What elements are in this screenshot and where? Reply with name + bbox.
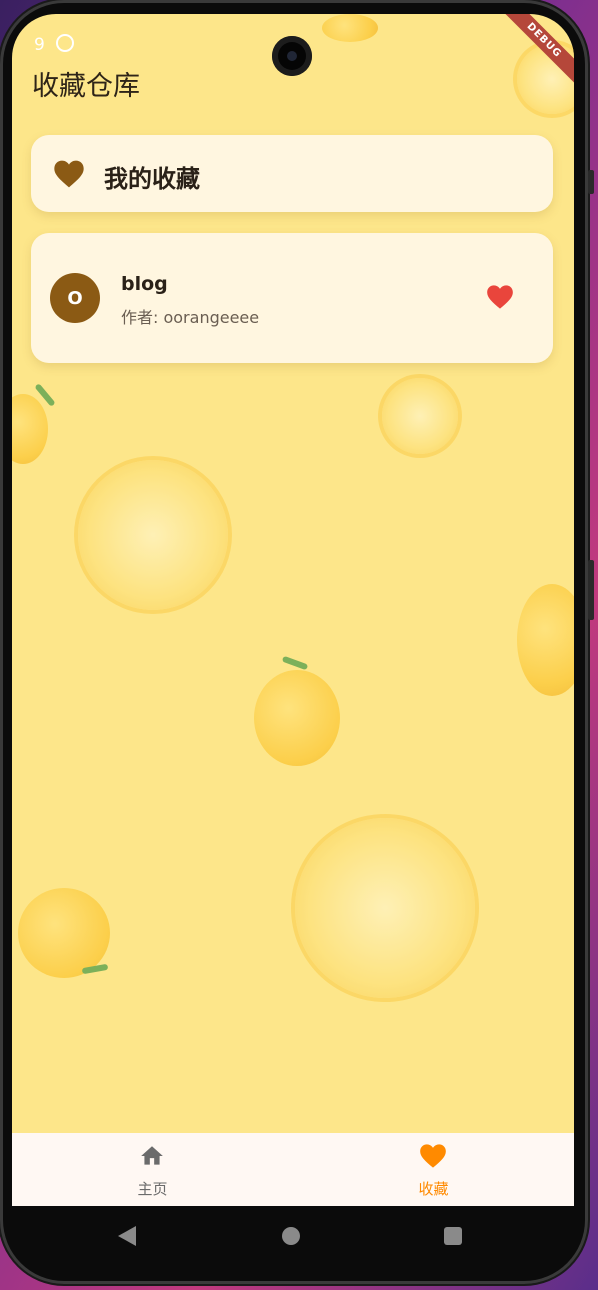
- nav-label-favorites: 收藏: [418, 1180, 449, 1198]
- nav-item-favorites[interactable]: 收藏: [293, 1133, 574, 1206]
- lemon-decoration: [517, 584, 574, 696]
- debug-banner: DEBUG: [495, 14, 574, 89]
- phone-frame: 9 DEBUG 收藏仓库 我的收藏 O blog 作者: oorangeeee: [0, 0, 594, 1284]
- page-title: 收藏仓库: [32, 71, 140, 102]
- sync-status-icon: [56, 34, 75, 52]
- status-time: 9: [34, 35, 45, 55]
- lemon-decoration: [254, 670, 340, 766]
- favorite-item-title: blog: [121, 273, 168, 295]
- app-screen: 9 DEBUG 收藏仓库 我的收藏 O blog 作者: oorangeeee: [12, 14, 574, 1206]
- favorites-header-card: 我的收藏: [31, 135, 553, 212]
- heart-filled-icon[interactable]: [486, 284, 514, 310]
- front-camera: [272, 36, 312, 76]
- back-triangle-icon[interactable]: [118, 1226, 136, 1246]
- avatar: O: [50, 273, 100, 323]
- nav-item-home[interactable]: 主页: [12, 1133, 293, 1206]
- leaf-decoration: [281, 655, 309, 671]
- leaf-decoration: [81, 963, 109, 975]
- heart-icon: [54, 160, 84, 188]
- lemon-slice-decoration: [382, 378, 458, 454]
- favorite-item-author: 作者: oorangeeee: [121, 308, 260, 327]
- favorite-list-item[interactable]: O blog 作者: oorangeeee: [31, 233, 553, 363]
- home-icon: [141, 1146, 163, 1165]
- status-bar: 9: [34, 34, 75, 55]
- phone-volume-button: [588, 560, 594, 620]
- lemon-slice-decoration: [78, 460, 228, 610]
- lemon-decoration: [12, 394, 48, 464]
- system-navigation-bar: [12, 1206, 574, 1268]
- lemon-decoration: [322, 14, 378, 42]
- favorites-header-title: 我的收藏: [104, 165, 200, 193]
- home-circle-icon[interactable]: [282, 1227, 300, 1245]
- heart-icon: [420, 1144, 446, 1168]
- phone-side-button: [588, 170, 594, 194]
- bottom-navigation-bar: 主页 收藏: [12, 1133, 574, 1206]
- nav-label-home: 主页: [137, 1180, 168, 1198]
- lemon-decoration: [18, 888, 110, 978]
- recents-square-icon[interactable]: [444, 1227, 462, 1245]
- lemon-slice-decoration: [295, 818, 475, 998]
- leaf-decoration: [34, 383, 56, 407]
